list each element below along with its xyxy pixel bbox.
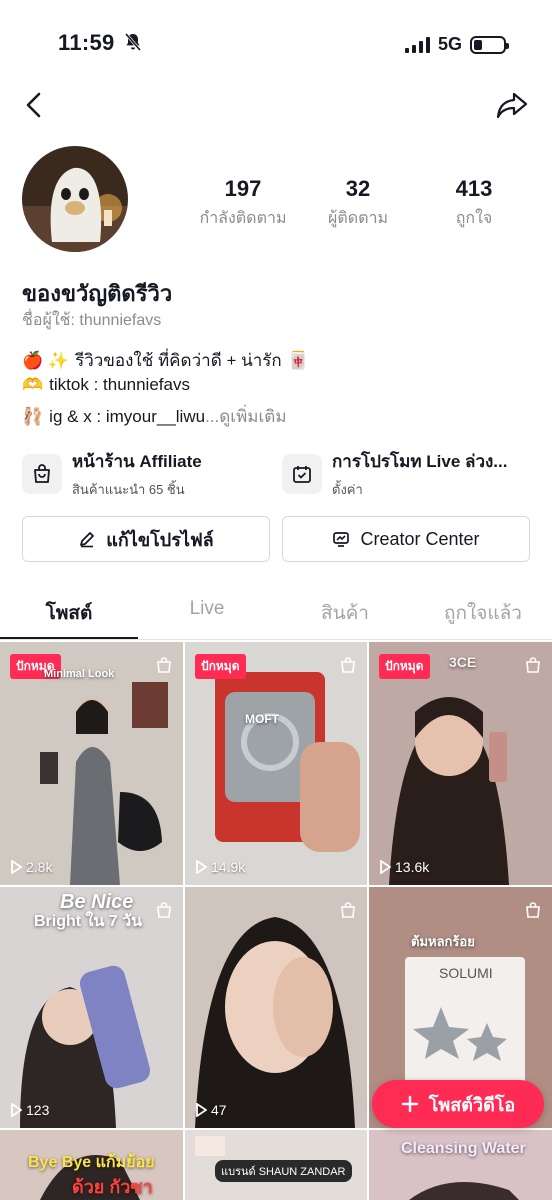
tab-active-indicator <box>0 637 138 639</box>
chevron-left-icon <box>26 92 41 118</box>
shopping-bag-icon <box>157 902 171 918</box>
video-caption-secondary: ด้วย กัวซา <box>72 1177 153 1197</box>
view-count: 123 <box>10 1102 49 1118</box>
ghost-avatar-image <box>22 146 128 252</box>
view-count: 13.6k <box>379 859 429 875</box>
video-caption-secondary: SOLUMI <box>439 965 493 981</box>
status-time: 11:59 <box>58 30 143 56</box>
video-tile[interactable]: Bye Bye แก้มย้อย ด้วย กัวซา <box>0 1130 183 1200</box>
video-tile[interactable]: ปักหมุด 3CE 13.6k <box>369 642 552 885</box>
play-icon <box>11 860 22 874</box>
shortcut-subtitle: ตั้งค่า <box>332 482 363 497</box>
shopping-bag-icon <box>341 657 355 673</box>
bio-emoji: 🍎 ✨ <box>22 350 70 370</box>
video-caption: MOFT <box>245 712 279 726</box>
share-button[interactable] <box>496 90 528 125</box>
tab-live[interactable]: Live <box>138 598 276 620</box>
shortcut-title: หน้าร้าน Affiliate <box>72 452 202 471</box>
status-indicators: 5G <box>404 34 509 55</box>
stat-likes[interactable]: 413 ถูกใจ <box>419 176 529 231</box>
video-caption: แบรนด์ SHAUN ZANDAR <box>215 1160 352 1182</box>
pinned-badge: ปักหมุด <box>379 654 430 679</box>
play-icon <box>380 860 391 874</box>
tab-posts[interactable]: โพสต์ <box>0 598 138 628</box>
bio-text: รีวิวของใช้ ที่คิดว่าดี + น่ารัก <box>75 351 282 370</box>
video-caption: 3CE <box>449 654 477 670</box>
shortcut-title: การโปรโมท Live ล่วง... <box>332 452 508 471</box>
bio-line-1: 🍎 ✨ รีวิวของใช้ ที่คิดว่าดี + น่ารัก 🀄 <box>22 347 309 374</box>
plus-icon <box>401 1095 418 1113</box>
video-tile[interactable]: ปักหมุด MOFT 14.9k <box>185 642 367 885</box>
pinned-badge: ปักหมุด <box>195 654 246 679</box>
share-icon <box>496 92 528 119</box>
video-caption: Cleansing Water <box>401 1140 526 1157</box>
stat-following[interactable]: 197 กำลังติดตาม <box>188 176 298 231</box>
creator-chart-icon <box>333 532 350 547</box>
video-tile[interactable]: Cleansing Water <box>369 1130 552 1200</box>
view-count: 47 <box>195 1102 227 1118</box>
shortcut-subtitle: สินค้าแนะนำ 65 ชิ้น <box>72 482 185 497</box>
see-more-link[interactable]: ...ดูเพิ่มเติม <box>205 407 287 426</box>
shopping-bag-icon <box>22 454 62 494</box>
tab-divider <box>0 639 552 640</box>
creator-center-button[interactable]: Creator Center <box>282 516 530 562</box>
battery-icon <box>470 35 509 54</box>
tab-products[interactable]: สินค้า <box>276 598 414 628</box>
view-count: 2.8k <box>10 859 52 875</box>
edit-profile-button[interactable]: แก้ไขโปรไฟล์ <box>22 516 270 562</box>
back-button[interactable] <box>22 90 46 125</box>
play-icon <box>11 1103 22 1117</box>
video-tile[interactable]: แบรนด์ SHAUN ZANDAR <box>185 1130 367 1200</box>
live-promo-shortcut[interactable]: การโปรโมท Live ล่วง... ตั้งค่า <box>282 448 507 500</box>
video-caption: Minimal Look <box>44 668 115 680</box>
play-icon <box>196 1103 207 1117</box>
video-tile[interactable]: Be Nice Bright ใน 7 วัน 123 <box>0 887 183 1128</box>
bio-emoji: 🩰 <box>22 406 44 426</box>
play-icon <box>196 860 207 874</box>
bio-emoji: 🀄 <box>287 350 309 370</box>
stat-followers[interactable]: 32 ผู้ติดตาม <box>303 176 413 231</box>
video-tile[interactable]: 47 <box>185 887 367 1128</box>
post-video-button[interactable]: โพสต์วิดีโอ <box>372 1080 544 1128</box>
bio-text: tiktok : thunniefavs <box>49 375 190 394</box>
pencil-icon <box>80 532 95 548</box>
bio-line-3: 🩰 ig & x : imyour__liwu...ดูเพิ่มเติม <box>22 403 287 430</box>
calendar-check-icon <box>282 454 322 494</box>
bio-emoji: 🫶 <box>22 375 44 394</box>
shopping-bag-icon <box>157 657 171 673</box>
shopping-bag-icon <box>526 902 540 918</box>
username: ชื่อผู้ใช้: thunniefavs <box>22 312 162 329</box>
tab-liked[interactable]: ถูกใจแล้ว <box>414 598 552 628</box>
bio-line-2: 🫶 tiktok : thunniefavs <box>22 375 190 395</box>
signal-icon <box>404 36 430 53</box>
video-tile[interactable]: ปักหมุด Minimal Look 2.8k <box>0 642 183 885</box>
silent-bell-icon <box>124 33 142 51</box>
display-name: ของขวัญติดรีวิว <box>22 281 173 306</box>
affiliate-shop-shortcut[interactable]: หน้าร้าน Affiliate สินค้าแนะนำ 65 ชิ้น <box>22 448 202 500</box>
video-caption-secondary: Bright ใน 7 วัน <box>34 913 143 930</box>
bio-text: ig & x : imyour__liwu <box>49 407 206 426</box>
avatar[interactable] <box>22 146 128 252</box>
shopping-bag-icon <box>341 902 355 918</box>
view-count: 14.9k <box>195 859 245 875</box>
network-label: 5G <box>437 34 462 54</box>
video-caption: ต้มหลกร้อย <box>411 934 475 949</box>
shopping-bag-icon <box>526 657 540 673</box>
